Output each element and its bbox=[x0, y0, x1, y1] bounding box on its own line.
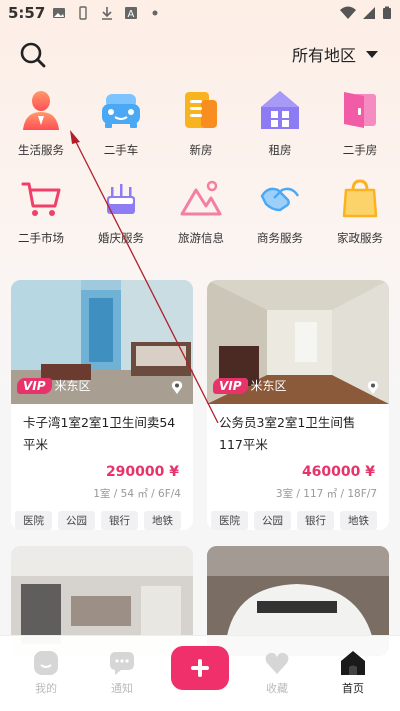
listing-photo: VIP 米东区 bbox=[11, 280, 193, 404]
listing-meta: 3室 / 117 ㎡ / 18F/7 bbox=[275, 488, 377, 500]
add-post-button[interactable] bbox=[171, 646, 229, 690]
listing-tags: 医院 公园 银行 地铁 bbox=[11, 501, 193, 530]
message-icon bbox=[110, 652, 134, 675]
category-business[interactable]: 商务服务 bbox=[240, 176, 320, 246]
download-icon bbox=[102, 7, 112, 20]
tab-home[interactable]: 首页 bbox=[323, 650, 383, 696]
region-selector[interactable]: 所有地区 bbox=[292, 42, 378, 66]
category-label: 生活服务 bbox=[18, 143, 64, 157]
tab-label: 首页 bbox=[342, 682, 364, 695]
car-icon bbox=[102, 94, 140, 128]
category-housekeeping[interactable]: 家政服务 bbox=[320, 176, 400, 246]
listing-tag: 地铁 bbox=[144, 511, 181, 530]
cart-icon bbox=[21, 182, 61, 216]
mountain-icon bbox=[180, 180, 222, 216]
dot-icon bbox=[152, 10, 158, 16]
top-bar: 所有地区 bbox=[0, 36, 400, 72]
listing-tag: 公园 bbox=[254, 511, 291, 530]
category-travel[interactable]: 旅游信息 bbox=[161, 176, 241, 246]
status-time: 5:57 bbox=[8, 4, 46, 22]
status-bar: 5:57 A bbox=[0, 0, 400, 28]
category-life-service[interactable]: 生活服务 bbox=[1, 88, 81, 158]
vip-badge: VIP 米东区 bbox=[213, 377, 287, 394]
category-second-house[interactable]: 二手房 bbox=[320, 88, 400, 158]
region-label: 所有地区 bbox=[291, 46, 356, 65]
tab-label: 收藏 bbox=[266, 682, 288, 695]
category-label: 商务服务 bbox=[257, 231, 303, 245]
person-service-icon bbox=[23, 91, 59, 130]
category-row-1: 生活服务 二手车 新房 租房 二手房 bbox=[0, 88, 400, 176]
tab-notifications[interactable]: 通知 bbox=[92, 650, 152, 696]
vip-tag: VIP bbox=[17, 377, 52, 394]
bag-icon bbox=[342, 179, 378, 218]
listing-price: 460000 ¥ bbox=[301, 464, 375, 480]
battery-icon bbox=[383, 6, 391, 19]
image-icon bbox=[53, 8, 65, 18]
signal-icon bbox=[363, 7, 375, 19]
heart-icon bbox=[265, 652, 289, 674]
building-icon bbox=[185, 92, 217, 128]
listing-district: 米东区 bbox=[54, 379, 91, 393]
vip-badge: VIP 米东区 bbox=[17, 377, 91, 394]
wifi-icon bbox=[340, 6, 356, 19]
category-wedding[interactable]: 婚庆服务 bbox=[81, 176, 161, 246]
location-pin-icon bbox=[171, 381, 183, 394]
category-new-house[interactable]: 新房 bbox=[161, 88, 241, 158]
category-used-car[interactable]: 二手车 bbox=[81, 88, 161, 158]
tab-favorites[interactable]: 收藏 bbox=[247, 650, 307, 696]
category-label: 家政服务 bbox=[337, 231, 383, 245]
door-icon bbox=[344, 92, 376, 128]
search-icon[interactable] bbox=[18, 40, 48, 70]
profile-icon bbox=[34, 651, 58, 675]
listing-tags: 医院 公园 银行 地铁 bbox=[207, 501, 389, 530]
listing-price: 290000 ¥ bbox=[105, 464, 179, 480]
category-label: 二手车 bbox=[103, 143, 139, 157]
tab-profile[interactable]: 我的 bbox=[16, 650, 76, 696]
listing-tag: 银行 bbox=[297, 511, 334, 530]
handshake-icon bbox=[260, 187, 300, 212]
vip-tag: VIP bbox=[213, 377, 248, 394]
listing-district: 米东区 bbox=[250, 379, 287, 393]
listing-title: 卡子湾1室2室1卫生间卖54平米 bbox=[23, 415, 176, 452]
phone-icon bbox=[79, 6, 87, 20]
listing-tag: 地铁 bbox=[340, 511, 377, 530]
listing-card[interactable]: VIP 米东区 卡子湾1室2室1卫生间卖54平米 290000 ¥ 1室 / 5… bbox=[11, 280, 193, 530]
svg-text:A: A bbox=[128, 9, 135, 20]
listing-tag: 银行 bbox=[101, 511, 138, 530]
tab-label: 通知 bbox=[111, 682, 133, 695]
home-icon bbox=[341, 651, 365, 675]
category-label: 二手市场 bbox=[18, 231, 64, 245]
category-rent[interactable]: 租房 bbox=[240, 88, 320, 158]
listing-title: 公务员3室2室1卫生间售117平米 bbox=[219, 415, 356, 452]
listing-photo: VIP 米东区 bbox=[207, 280, 389, 404]
font-icon: A bbox=[125, 7, 137, 20]
tab-label: 我的 bbox=[35, 682, 57, 695]
listing-tag: 医院 bbox=[15, 511, 52, 530]
category-label: 新房 bbox=[189, 143, 213, 157]
category-label: 二手房 bbox=[342, 143, 378, 157]
listing-meta: 1室 / 54 ㎡ / 6F/4 bbox=[93, 488, 181, 500]
cake-icon bbox=[107, 184, 135, 214]
category-label: 旅游信息 bbox=[178, 231, 224, 245]
category-second-market[interactable]: 二手市场 bbox=[1, 176, 81, 246]
category-label: 租房 bbox=[268, 143, 292, 157]
category-row-2: 二手市场 婚庆服务 旅游信息 商务服务 家政服务 bbox=[0, 176, 400, 264]
location-pin-icon bbox=[367, 381, 379, 394]
category-label: 婚庆服务 bbox=[98, 231, 144, 245]
caret-down-icon bbox=[366, 50, 378, 58]
listing-tag: 公园 bbox=[58, 511, 95, 530]
listing-card[interactable]: VIP 米东区 公务员3室2室1卫生间售117平米 460000 ¥ 3室 / … bbox=[207, 280, 389, 530]
listing-tag: 医院 bbox=[211, 511, 248, 530]
category-grid: 生活服务 二手车 新房 租房 二手房 二手市场 婚庆服务 旅游信息 商务服务 家… bbox=[0, 88, 400, 264]
house-icon bbox=[261, 91, 299, 129]
bottom-tab-bar: 我的 通知 收藏 首页 bbox=[0, 635, 400, 711]
